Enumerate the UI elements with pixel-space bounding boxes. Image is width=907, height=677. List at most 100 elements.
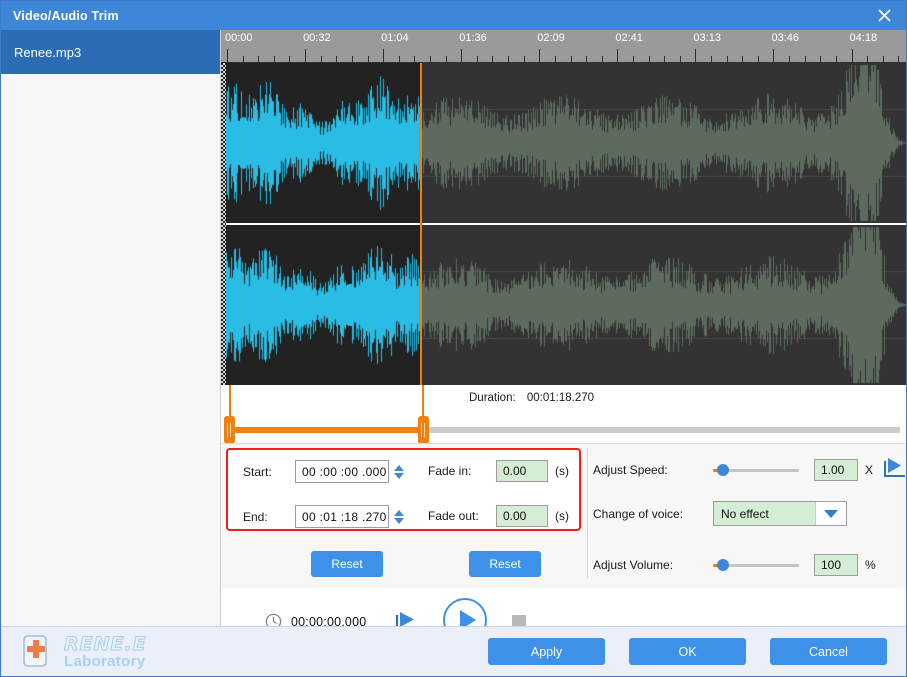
reset-fade-button[interactable]: Reset [469, 551, 541, 577]
end-label: End: [243, 509, 268, 524]
fade-in-unit: (s) [555, 464, 569, 478]
ruler-tick-label: 02:41 [615, 32, 643, 44]
timeline-ruler[interactable]: 00:00 00:32 01:04 01:36 02:09 02:41 03:13 03:46… [221, 30, 906, 63]
waveform-area[interactable] [221, 63, 906, 385]
file-list-sidebar: Renee.mp3 [1, 30, 221, 626]
ruler-minor-tick [742, 56, 744, 63]
ruler-minor-tick [898, 56, 900, 63]
fade-out-value: 0.00 [503, 509, 527, 523]
ruler-tick-label: 03:13 [693, 32, 721, 44]
start-label: Start: [243, 464, 272, 479]
change-of-voice-row: Change of voice: No effect [593, 501, 847, 526]
duration-display: Duration: 00:01:18.270 [469, 392, 594, 404]
stepper-up-icon[interactable] [394, 464, 404, 471]
speed-unit: X [865, 462, 874, 477]
ruler-tick-label: 00:00 [225, 32, 253, 44]
change-of-voice-select[interactable]: No effect [713, 501, 847, 526]
ruler-minor-tick [367, 56, 369, 63]
adjust-volume-row: Adjust Volume: 100 % [593, 554, 876, 576]
ok-button[interactable]: OK [629, 638, 746, 665]
trim-handle-start[interactable] [224, 416, 235, 444]
trim-range-bar[interactable] [221, 385, 906, 444]
cancel-button[interactable]: Cancel [770, 638, 887, 665]
ruler-minor-tick [554, 56, 556, 63]
ruler-minor-tick [398, 56, 400, 63]
volume-unit: % [865, 558, 876, 572]
stepper-down-icon[interactable] [394, 517, 404, 524]
sidebar-item-label: Renee.mp3 [14, 44, 82, 60]
volume-slider-thumb[interactable] [717, 559, 730, 571]
volume-value: 100 [821, 558, 842, 572]
ruler-tick-label: 03:46 [771, 32, 799, 44]
play-preview-icon [884, 458, 906, 477]
ruler-minor-tick [336, 56, 338, 63]
ruler-minor-tick [882, 56, 884, 63]
ruler-major-tick [305, 49, 307, 63]
waveform-canvas-right [221, 225, 906, 385]
volume-value-input[interactable]: 100 [814, 554, 858, 576]
start-time-input[interactable]: 00 :00 :00 .000 [295, 460, 389, 483]
brand-text: RENE.E Laboratory [64, 632, 147, 670]
playhead-marker[interactable] [420, 63, 422, 385]
duration-label: Duration: [469, 392, 516, 404]
chevron-down-icon [824, 509, 838, 518]
controls-panel: Start: 00 :00 :00 .000 End: 00 :01 :18 .… [221, 443, 906, 588]
ruler-major-tick [773, 49, 775, 63]
start-time-value: 00 :00 :00 .000 [302, 464, 387, 479]
start-time-stepper[interactable] [392, 460, 406, 483]
title-bar: Video/Audio Trim [1, 1, 906, 30]
window-title: Video/Audio Trim [13, 8, 119, 23]
footer-bar: RENE.E Laboratory Apply OK Cancel [1, 626, 906, 676]
ruler-major-tick [851, 49, 853, 63]
ruler-minor-tick [242, 56, 244, 63]
ruler-minor-tick [414, 56, 416, 63]
ruler-major-tick [383, 49, 385, 63]
ruler-minor-tick [492, 56, 494, 63]
speed-value-input[interactable]: 1.00 [814, 458, 858, 481]
reset-trim-button[interactable]: Reset [311, 551, 383, 577]
adjust-volume-label: Adjust Volume: [593, 558, 674, 572]
selection-start-edge-marker [221, 63, 226, 385]
ruler-tick-label: 04:18 [849, 32, 878, 44]
fade-out-input[interactable]: 0.00 [496, 505, 548, 527]
ruler-minor-tick [867, 56, 869, 63]
stepper-up-icon[interactable] [394, 509, 404, 516]
start-time-row: Start: 00 :00 :00 .000 [243, 460, 406, 483]
end-time-input[interactable]: 00 :01 :18 .270 [295, 505, 389, 528]
ruler-minor-tick [429, 56, 431, 63]
end-time-stepper[interactable] [392, 505, 406, 528]
end-time-row: End: 00 :01 :18 .270 [243, 505, 406, 528]
waveform-canvas-left [221, 63, 906, 223]
trim-selection-range[interactable] [229, 427, 424, 433]
sidebar-item-file[interactable]: Renee.mp3 [1, 30, 220, 74]
ruler-minor-tick [523, 56, 525, 63]
speed-slider-thumb[interactable] [717, 463, 730, 476]
speed-slider[interactable] [713, 463, 799, 477]
ruler-major-tick [695, 49, 697, 63]
video-audio-trim-dialog: Video/Audio Trim Renee.mp3 00:00 00:32 01:… [0, 0, 907, 677]
ruler-tick-label: 02:09 [537, 32, 565, 44]
panel-divider [587, 448, 588, 578]
fade-out-row: Fade out: 0.00 (s) [428, 505, 569, 527]
end-time-value: 00 :01 :18 .270 [302, 509, 387, 524]
ruler-tick-label: 01:04 [381, 32, 409, 44]
ruler-minor-tick [835, 56, 837, 63]
brand-subtitle: Laboratory [64, 652, 146, 670]
fade-in-input[interactable]: 0.00 [496, 460, 548, 482]
ruler-minor-tick [648, 56, 650, 63]
ruler-tick-label: 00:32 [303, 32, 331, 44]
speed-preview-button[interactable] [881, 457, 906, 482]
ruler-minor-tick [508, 56, 510, 63]
stepper-down-icon[interactable] [394, 472, 404, 479]
trim-handle-end[interactable] [417, 416, 429, 444]
apply-button[interactable]: Apply [488, 638, 605, 665]
fade-out-unit: (s) [555, 509, 569, 523]
waveform-editor: 00:00 00:32 01:04 01:36 02:09 02:41 03:13 03:46… [221, 30, 906, 655]
duration-value: 00:01:18.270 [526, 392, 595, 404]
volume-slider[interactable] [713, 558, 799, 572]
ruler-minor-tick [726, 56, 728, 63]
ruler-minor-tick [789, 56, 791, 63]
close-button[interactable] [861, 1, 906, 30]
select-arrow-cell[interactable] [815, 502, 846, 525]
duration-row: Duration: 00:01:18.270 [221, 385, 906, 415]
